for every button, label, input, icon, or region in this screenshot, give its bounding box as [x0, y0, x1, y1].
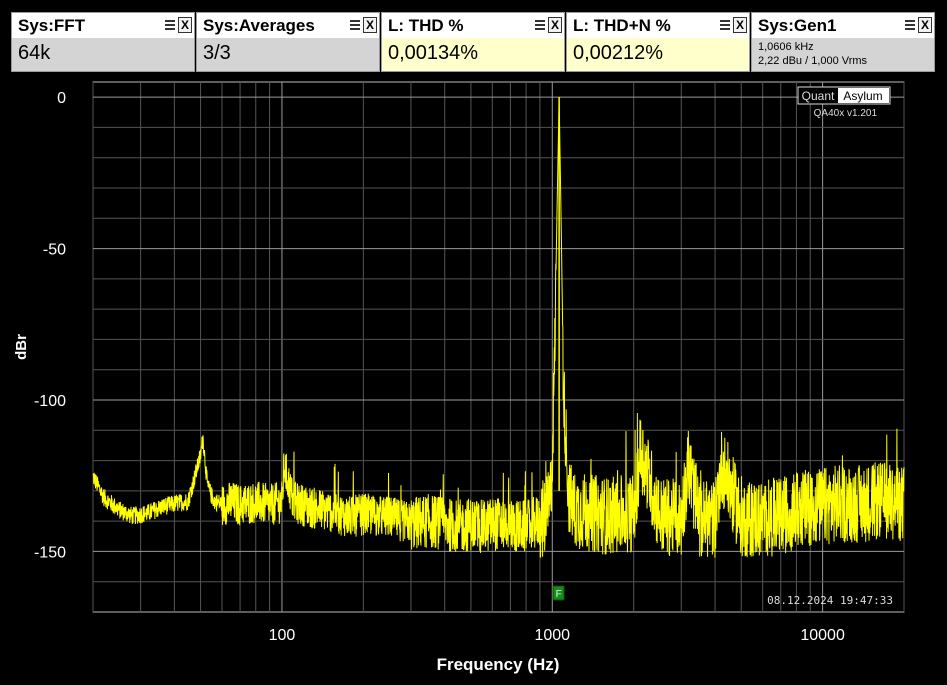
fundamental-marker[interactable]: F — [552, 585, 565, 601]
y-axis-label: dBr — [13, 334, 30, 360]
x-tick-label: 10000 — [800, 627, 845, 644]
timestamp: 08.12.2024 19:47:33 — [767, 594, 893, 607]
y-tick-label: -100 — [34, 393, 66, 410]
x-tick-label: 1000 — [534, 627, 570, 644]
x-tick-label: 100 — [269, 627, 296, 644]
logo-asylum: Asylum — [843, 89, 882, 103]
x-tick-labels: 100 1000 10000 — [269, 627, 845, 644]
version-label: QA40x v1.201 — [814, 108, 878, 119]
y-tick-labels: 0 -50 -100 -150 — [34, 90, 66, 561]
y-tick-label: -150 — [34, 544, 66, 561]
y-tick-label: 0 — [57, 90, 66, 107]
logo-quant: Quant — [802, 89, 835, 103]
x-axis-label: Frequency (Hz) — [437, 655, 560, 674]
marker-label: F — [556, 589, 562, 600]
spectrum-chart[interactable]: 0 -50 -100 -150 100 1000 10000 dBr Frequency … — [0, 0, 947, 685]
y-tick-label: -50 — [43, 242, 66, 259]
